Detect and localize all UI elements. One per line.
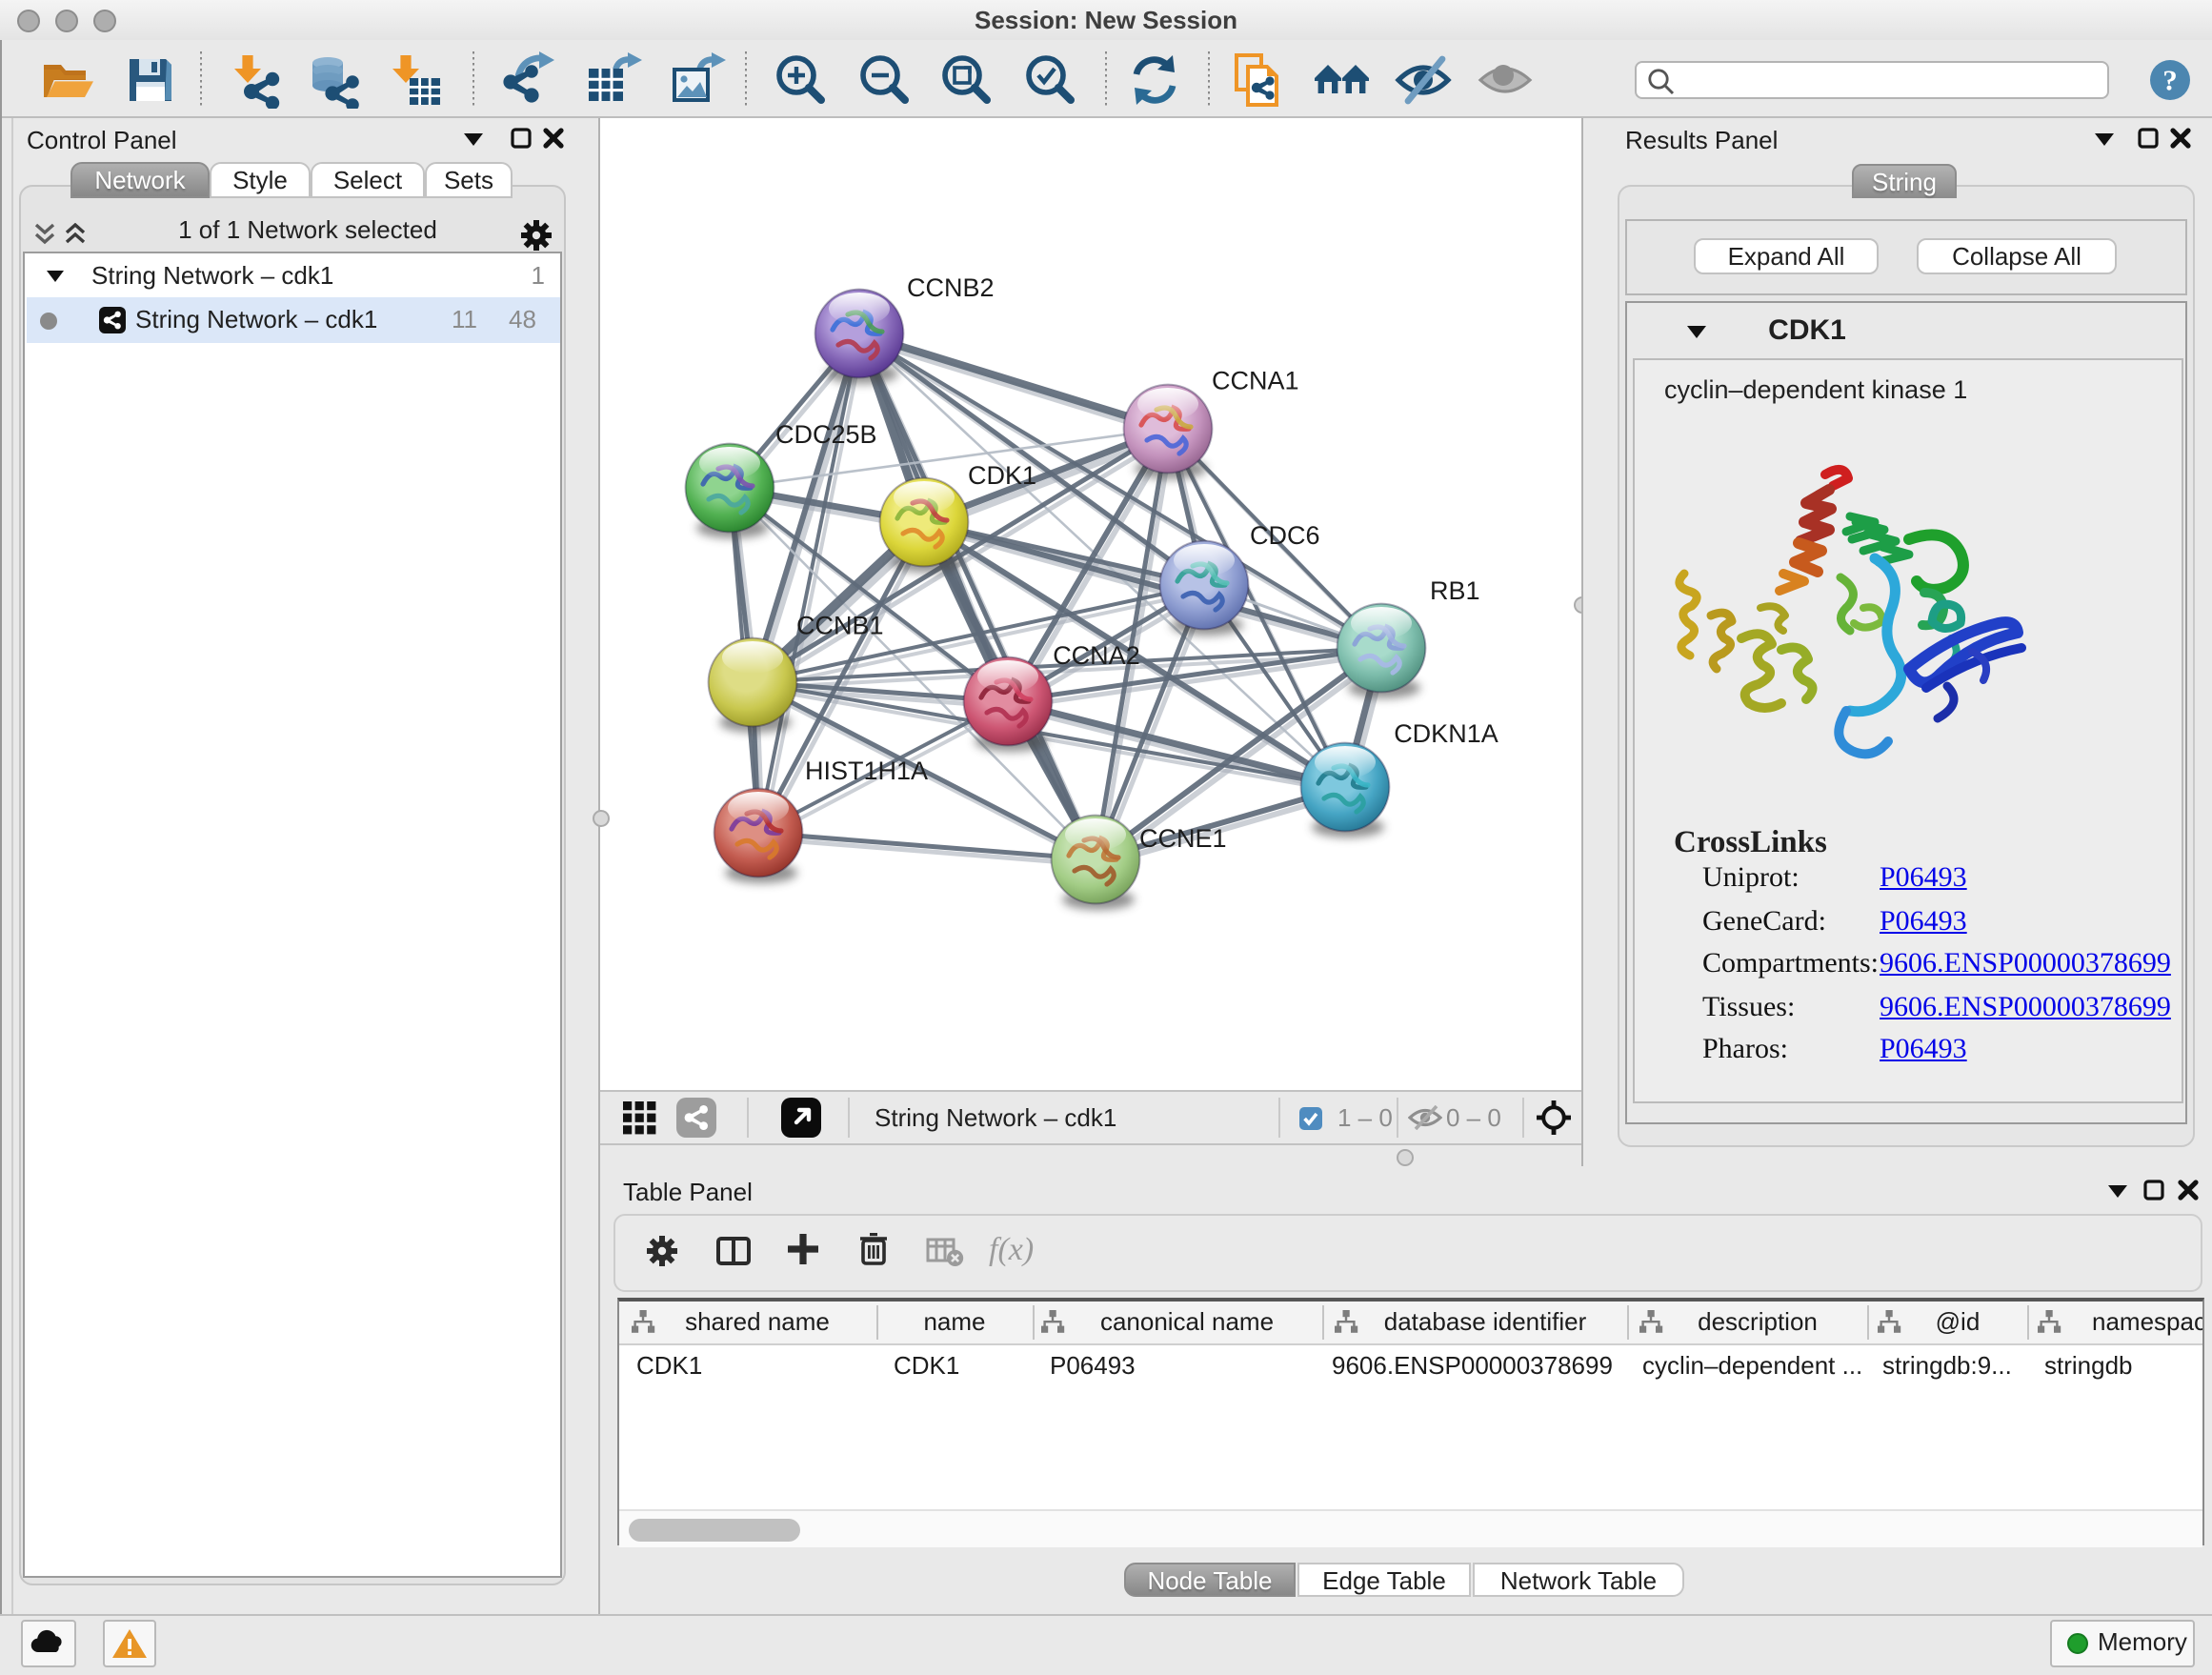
svg-text:CDKN1A: CDKN1A bbox=[1394, 719, 1498, 748]
svg-text:HIST1H1A: HIST1H1A bbox=[805, 757, 928, 785]
svg-text:RB1: RB1 bbox=[1430, 576, 1480, 605]
svg-text:CCNB1: CCNB1 bbox=[796, 612, 884, 640]
svg-text:CCNE1: CCNE1 bbox=[1139, 824, 1227, 853]
svg-text:CDC6: CDC6 bbox=[1250, 521, 1320, 550]
svg-text:CCNB2: CCNB2 bbox=[907, 273, 995, 302]
svg-text:CCNA2: CCNA2 bbox=[1053, 641, 1140, 670]
svg-text:CDC25B: CDC25B bbox=[775, 420, 877, 449]
svg-text:?: ? bbox=[2162, 63, 2178, 96]
svg-text:CDK1: CDK1 bbox=[968, 461, 1036, 490]
svg-text:CCNA1: CCNA1 bbox=[1212, 367, 1299, 395]
